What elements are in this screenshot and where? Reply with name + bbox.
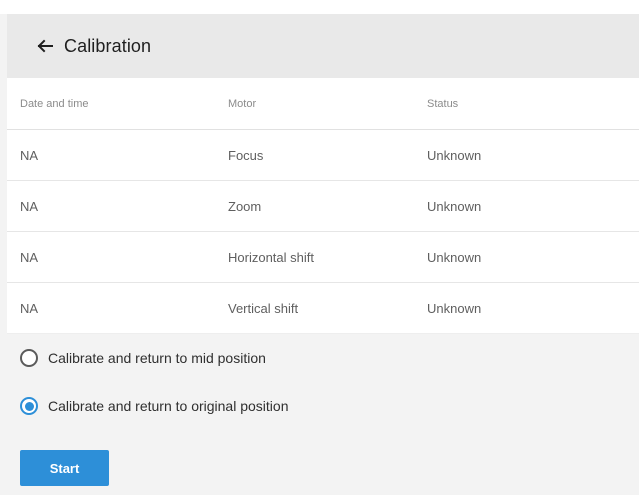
table-row: NA Vertical shift Unknown bbox=[7, 283, 639, 334]
option-original-label: Calibrate and return to original positio… bbox=[48, 398, 289, 414]
row-motor: Horizontal shift bbox=[228, 249, 314, 265]
row-status: Unknown bbox=[427, 249, 482, 265]
option-original-position[interactable]: Calibrate and return to original positio… bbox=[20, 397, 288, 415]
option-mid-label: Calibrate and return to mid position bbox=[48, 350, 266, 366]
radio-selected-dot bbox=[24, 401, 34, 411]
row-date: NA bbox=[20, 249, 39, 265]
column-header-motor: Motor bbox=[228, 97, 257, 110]
calibration-page: Calibration Date and time Motor Status N… bbox=[0, 0, 639, 495]
row-date: NA bbox=[20, 198, 39, 214]
column-header-status: Status bbox=[427, 97, 459, 110]
page-header: Calibration bbox=[7, 14, 639, 78]
table-header-row: Date and time Motor Status bbox=[7, 78, 639, 130]
row-motor: Focus bbox=[228, 147, 264, 163]
arrow-left-icon bbox=[37, 39, 53, 53]
row-motor: Vertical shift bbox=[228, 300, 299, 316]
row-status: Unknown bbox=[427, 300, 482, 316]
row-date: NA bbox=[20, 147, 39, 163]
row-status: Unknown bbox=[427, 198, 482, 214]
table-row: NA Horizontal shift Unknown bbox=[7, 232, 639, 283]
top-spacer bbox=[0, 0, 639, 14]
table-row: NA Zoom Unknown bbox=[7, 181, 639, 232]
calibration-table: Date and time Motor Status NA Focus Unkn… bbox=[7, 78, 639, 334]
option-mid-position[interactable]: Calibrate and return to mid position bbox=[20, 349, 266, 367]
start-button[interactable]: Start bbox=[20, 450, 109, 486]
column-header-date: Date and time bbox=[20, 97, 89, 110]
calibration-options: Calibrate and return to mid position Cal… bbox=[0, 339, 639, 495]
page-title: Calibration bbox=[64, 35, 152, 56]
row-motor: Zoom bbox=[228, 198, 262, 214]
radio-original-position[interactable] bbox=[20, 397, 38, 415]
row-date: NA bbox=[20, 300, 39, 316]
radio-mid-position[interactable] bbox=[20, 349, 38, 367]
back-arrow-icon[interactable] bbox=[34, 35, 56, 57]
table-row: NA Focus Unknown bbox=[7, 130, 639, 181]
row-status: Unknown bbox=[427, 147, 482, 163]
